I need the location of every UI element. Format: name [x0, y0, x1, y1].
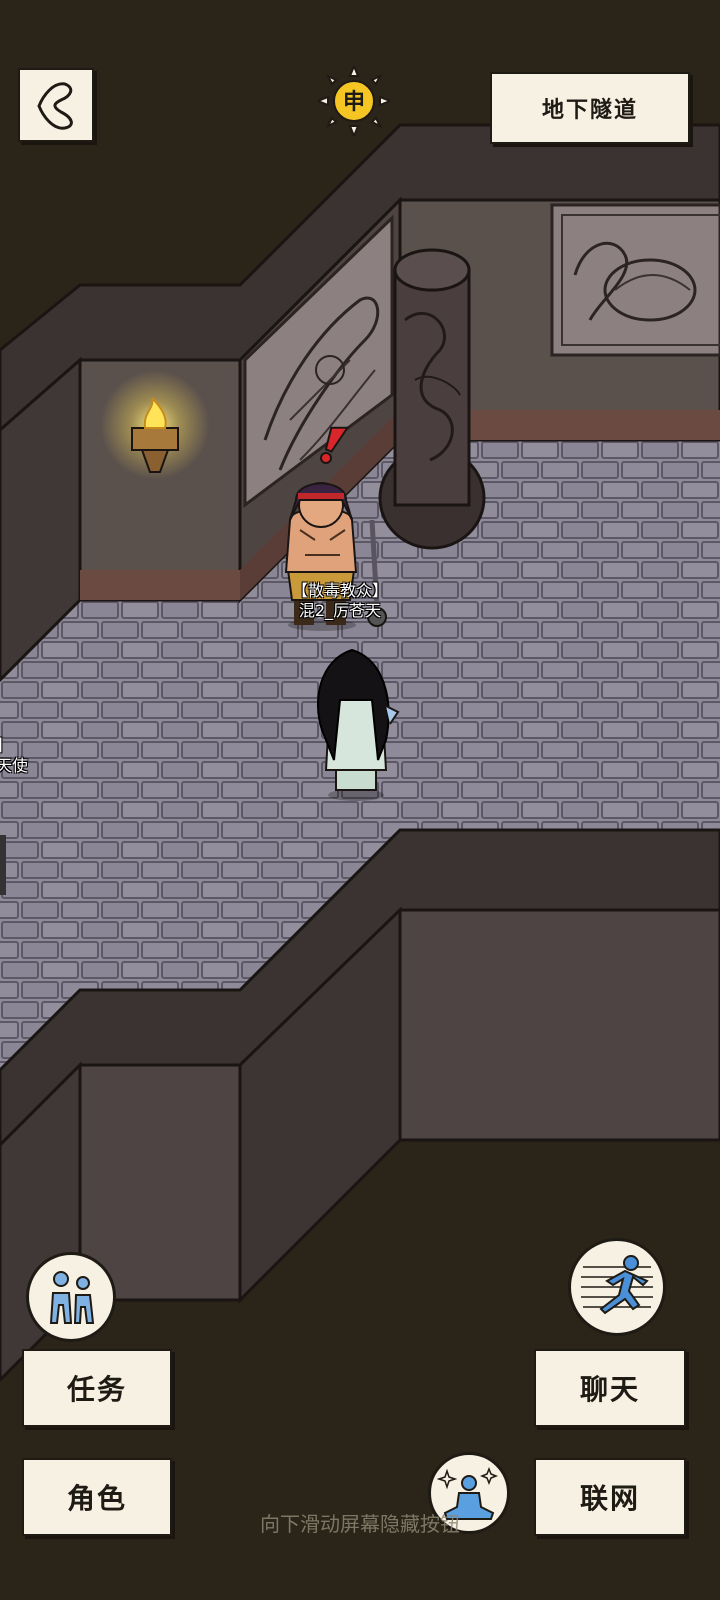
run-button[interactable] [568, 1238, 666, 1336]
swipe-hint: 向下滑动屏幕隐藏按钮 [260, 1512, 460, 1536]
quest-label: 任务 [66, 1373, 127, 1406]
time-indicator: 申 [315, 63, 393, 139]
dragon-relief-right [550, 203, 720, 357]
run-icon [581, 1255, 653, 1315]
npc-enemy-faction: 【散毒教众】 [291, 581, 388, 600]
npc-offscreen-label[interactable]: 】 天使 [0, 736, 28, 776]
lower-block-front-left [78, 1063, 242, 1302]
location-label: 地下隧道 [490, 72, 690, 144]
chat-label: 聊天 [579, 1373, 640, 1406]
npc-offscreen-faction: 】 [0, 736, 28, 756]
npc-enemy-label[interactable]: 【散毒教众】 混2_厉苍天 [278, 581, 402, 621]
lower-block-front-right [398, 908, 720, 1142]
wall-torch [100, 370, 210, 480]
carved-pillar [378, 248, 486, 550]
party-icon [49, 1271, 95, 1324]
quest-button[interactable]: 任务 [22, 1349, 172, 1427]
npc-offscreen-name: 天使 [0, 756, 29, 775]
time-label: 申 [342, 90, 365, 115]
location-name: 地下隧道 [541, 98, 638, 123]
npc-enemy-name: 混2_厉苍天 [298, 601, 382, 620]
npc-offscreen-sprite [0, 835, 6, 895]
back-chevron-icon [37, 82, 73, 130]
chat-button[interactable]: 聊天 [534, 1349, 686, 1427]
party-button[interactable] [26, 1252, 116, 1342]
back-button[interactable] [18, 68, 94, 142]
